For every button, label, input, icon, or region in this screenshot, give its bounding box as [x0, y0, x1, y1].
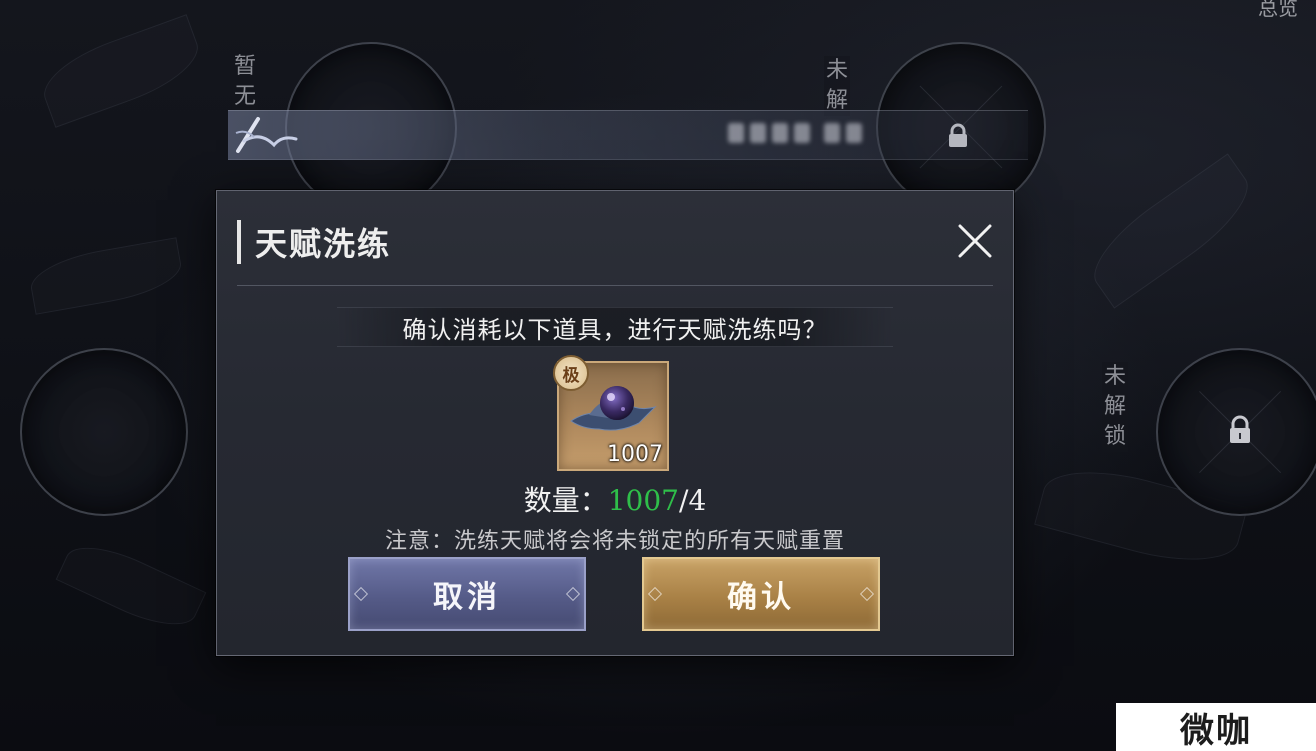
prompt-band: 确认消耗以下道具，进行天赋洗练吗？ — [337, 307, 893, 347]
dialog-title: 天赋洗练 — [255, 225, 392, 263]
talent-slot-ring[interactable] — [20, 348, 188, 516]
background-leaf — [34, 14, 208, 128]
header-divider — [237, 285, 993, 286]
overview-label[interactable]: 总览 — [1258, 0, 1298, 21]
confirm-button[interactable]: 确认 — [642, 557, 880, 631]
game-screen: 总览 暂无 未解 未解锁 天赋洗练 确认消耗以下道具，进行天赋洗练吗？ 极 10… — [0, 0, 1316, 751]
diamond-ornament-icon — [859, 586, 875, 602]
item-count: 1007 — [607, 442, 663, 467]
diamond-ornament-icon — [565, 586, 581, 602]
background-leaf — [55, 532, 207, 640]
close-icon — [958, 224, 992, 258]
owned-quantity: 1007 — [607, 484, 679, 517]
diamond-ornament-icon — [647, 586, 663, 602]
watermark-logo: 微咖 — [1116, 703, 1316, 751]
lock-icon — [1227, 415, 1253, 449]
title-accent-bar — [237, 220, 241, 264]
talent-banner — [228, 110, 1028, 160]
background-leaf — [1078, 153, 1264, 309]
watermark-text: 微咖 — [1180, 710, 1252, 751]
slot-status-label: 未解 — [824, 56, 850, 116]
locked-talent-slot[interactable] — [1156, 348, 1316, 516]
grade-badge: 极 — [553, 355, 589, 391]
quantity-label: 数量： — [523, 484, 608, 517]
confirm-prompt: 确认消耗以下道具，进行天赋洗练吗？ — [402, 315, 828, 344]
cancel-button[interactable]: 取消 — [348, 557, 586, 631]
dialog-header: 天赋洗练 — [237, 219, 391, 265]
confirm-label: 确认 — [727, 580, 795, 615]
consumable-item-slot[interactable]: 极 1007 — [553, 355, 669, 471]
required-quantity: 4 — [688, 484, 707, 517]
diamond-ornament-icon — [353, 586, 369, 602]
reset-warning: 注意：洗练天赋将会将未锁定的所有天赋重置 — [384, 529, 845, 554]
cancel-label: 取消 — [433, 580, 501, 615]
brush-stroke-icon — [230, 111, 300, 159]
quantity-line: 数量：1007/4 — [217, 479, 1013, 519]
slot-status-label: 暂无 — [232, 52, 258, 116]
background-leaf — [26, 237, 186, 315]
lock-icon — [946, 123, 970, 153]
slot-status-label: 未解锁 — [1102, 362, 1128, 452]
blurred-player-name — [728, 123, 862, 143]
close-button[interactable] — [957, 223, 993, 259]
talent-reroll-dialog: 天赋洗练 确认消耗以下道具，进行天赋洗练吗？ 极 1007 数量：1007/4 … — [216, 190, 1014, 656]
